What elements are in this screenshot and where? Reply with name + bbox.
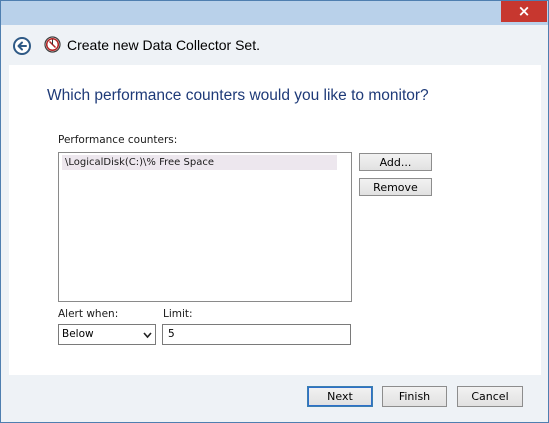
back-arrow-icon <box>17 41 27 51</box>
page-heading: Which performance counters would you lik… <box>47 87 429 104</box>
cancel-button[interactable]: Cancel <box>457 386 523 407</box>
performance-counters-list[interactable]: \LogicalDisk(C:)\% Free Space <box>58 152 352 302</box>
back-button[interactable] <box>13 37 31 55</box>
limit-input[interactable]: 5 <box>162 324 351 345</box>
next-button[interactable]: Next <box>307 386 373 407</box>
chevron-down-icon <box>143 332 152 339</box>
limit-label: Limit: <box>163 308 193 320</box>
title-bar: × <box>1 1 548 25</box>
dialog-window: × Create new Data Collector Set. Which p… <box>0 0 549 423</box>
wizard-header: Create new Data Collector Set. <box>1 25 548 65</box>
add-counter-button[interactable]: Add... <box>359 153 432 171</box>
list-item[interactable]: \LogicalDisk(C:)\% Free Space <box>62 155 337 170</box>
alert-when-select[interactable]: Below <box>58 324 156 345</box>
counters-label: Performance counters: <box>58 134 178 146</box>
close-icon: × <box>517 2 531 20</box>
alert-when-label: Alert when: <box>58 308 119 320</box>
data-collector-icon <box>44 36 61 53</box>
window-title: Create new Data Collector Set. <box>67 37 260 53</box>
close-button[interactable]: × <box>501 1 547 22</box>
wizard-page: Which performance counters would you lik… <box>9 65 541 375</box>
alert-when-value: Below <box>62 328 94 340</box>
finish-button[interactable]: Finish <box>382 386 447 407</box>
remove-counter-button[interactable]: Remove <box>359 178 432 196</box>
